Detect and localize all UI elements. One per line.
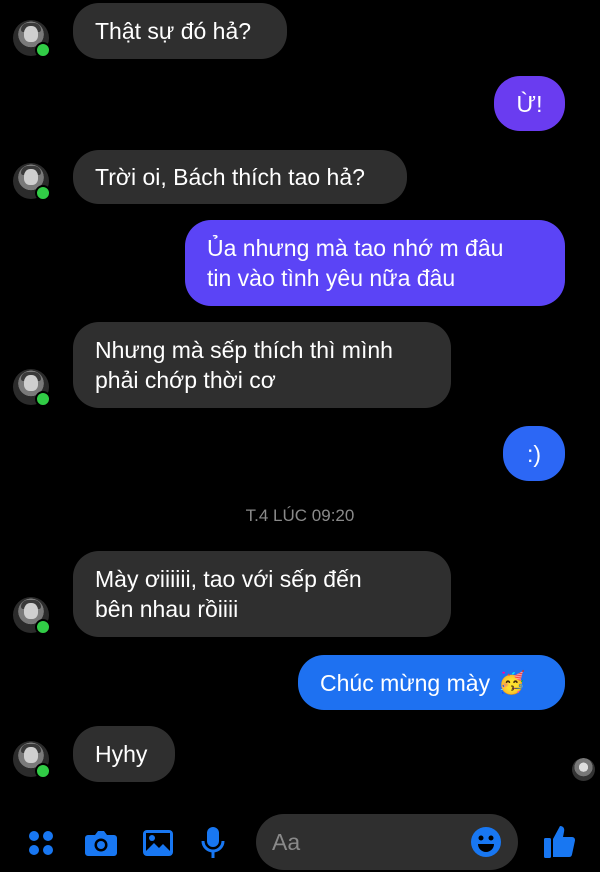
- message-text: Hyhy: [95, 741, 148, 767]
- online-status-dot: [35, 42, 51, 58]
- camera-icon[interactable]: [84, 828, 118, 858]
- message-text: Nhưng mà sếp thích thì mình phải chớp th…: [95, 337, 393, 393]
- incoming-message[interactable]: Thật sự đó hả?: [73, 3, 287, 59]
- timestamp: T.4 LÚC 09:20: [245, 506, 355, 525]
- outgoing-message[interactable]: :): [503, 426, 565, 481]
- message-input[interactable]: Aa: [256, 814, 518, 870]
- message-input-placeholder: Aa: [272, 829, 301, 855]
- like-icon[interactable]: [543, 823, 577, 859]
- message-text: :): [526, 440, 542, 467]
- read-receipt-avatar: [572, 758, 595, 781]
- outgoing-message[interactable]: Ủa nhưng mà tao nhớ m đâu tin vào tình y…: [185, 220, 565, 306]
- incoming-message[interactable]: Nhưng mà sếp thích thì mình phải chớp th…: [73, 322, 451, 408]
- incoming-message[interactable]: Hyhy: [73, 726, 175, 782]
- outgoing-message[interactable]: Ừ!: [494, 76, 565, 131]
- image-icon[interactable]: [142, 828, 174, 858]
- online-status-dot: [35, 619, 51, 635]
- incoming-message[interactable]: Mày ơiiiiii, tao với sếp đến bên nhau rồ…: [73, 551, 451, 637]
- message-text: Thật sự đó hả?: [95, 18, 252, 44]
- microphone-icon[interactable]: [201, 826, 225, 860]
- contact-avatar[interactable]: [13, 597, 51, 635]
- outgoing-message[interactable]: Chúc mừng mày 🥳: [298, 655, 565, 710]
- contact-avatar[interactable]: [13, 20, 51, 58]
- contact-avatar[interactable]: [13, 741, 51, 779]
- message-text: Ủa nhưng mà tao nhớ m đâu tin vào tình y…: [207, 235, 504, 291]
- menu-dots-icon[interactable]: [28, 830, 54, 856]
- online-status-dot: [35, 391, 51, 407]
- emoji-icon[interactable]: [470, 826, 502, 858]
- message-text: Trời oi, Bách thích tao hả?: [95, 164, 365, 190]
- message-text: Chúc mừng mày: [320, 669, 491, 696]
- party-face-emoji: 🥳: [498, 669, 526, 695]
- message-text: Ừ!: [516, 90, 543, 117]
- contact-avatar[interactable]: [13, 369, 51, 407]
- online-status-dot: [35, 763, 51, 779]
- contact-avatar[interactable]: [13, 163, 51, 201]
- incoming-message[interactable]: Trời oi, Bách thích tao hả?: [73, 150, 407, 204]
- message-text: Mày ơiiiiii, tao với sếp đến bên nhau rồ…: [95, 566, 362, 622]
- online-status-dot: [35, 185, 51, 201]
